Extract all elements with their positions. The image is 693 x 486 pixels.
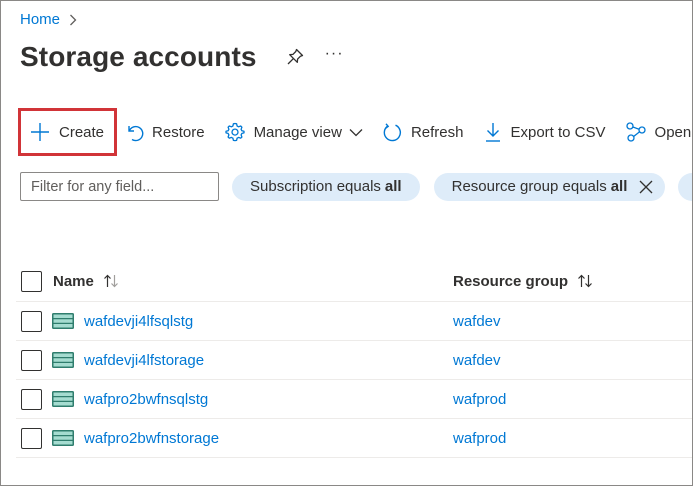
table-row[interactable]: wafpro2bwfnsqlstg wafprod [16,380,692,419]
storage-account-icon [52,352,74,368]
chevron-down-icon [349,128,363,137]
pin-icon[interactable] [285,47,305,67]
manage-view-button[interactable]: Manage view [224,108,363,156]
gear-icon [224,121,246,143]
resource-group-link[interactable]: wafdev [453,352,501,369]
resource-group-filter-label: Resource group equals [451,178,607,195]
open-query-label: Open query [654,123,692,141]
storage-account-link[interactable]: wafdevji4lfsqlstg [84,313,193,330]
resource-group-filter-pill[interactable]: Resource group equals all [433,172,666,201]
select-all-checkbox[interactable] [21,270,42,292]
breadcrumb: Home [20,11,77,28]
refresh-icon [382,122,403,143]
table-header: Name Resource group [16,261,692,302]
resource-group-cell: wafprod [453,391,506,408]
name-cell: wafdevji4lfstorage [16,349,453,371]
name-cell: wafpro2bwfnsqlstg [16,388,453,410]
subscription-filter-pill[interactable]: Subscription equals all [232,172,420,201]
create-button[interactable]: Create [18,108,118,156]
plus-icon [29,121,51,143]
storage-account-icon [52,391,74,407]
resource-group-column-label: Resource group [453,272,569,290]
command-bar: Create Restore Manage view Refresh Expor… [18,108,692,156]
table-row[interactable]: wafdevji4lfstorage wafdev [16,341,692,380]
page-title: Storage accounts [20,41,257,72]
name-column-header[interactable]: Name [16,270,453,292]
export-csv-button[interactable]: Export to CSV [484,108,606,156]
resource-group-filter-value: all [610,178,628,195]
subscription-filter-value: all [384,178,402,195]
more-options-icon[interactable]: ··· [325,45,344,63]
resource-group-link[interactable]: wafprod [453,430,506,447]
name-cell: wafpro2bwfnstorage [16,427,453,449]
table-row[interactable]: wafdevji4lfsqlstg wafdev [16,302,692,341]
subscription-filter-label: Subscription equals [250,178,381,195]
breadcrumb-home-link[interactable]: Home [20,11,60,28]
create-label: Create [59,123,105,141]
manage-view-label: Manage view [253,123,342,141]
name-cell: wafdevji4lfsqlstg [16,310,453,332]
undo-icon [124,122,144,142]
title-row: Storage accounts ··· [20,41,344,73]
storage-accounts-grid: Name Resource group wafdevji4lfsqlstg wa… [16,261,692,458]
resource-group-column-header[interactable]: Resource group [453,273,593,290]
resource-group-link[interactable]: wafdev [453,313,501,330]
filter-input[interactable] [20,172,219,201]
row-checkbox[interactable] [21,310,42,332]
app-frame: Home Storage accounts ··· Create Restore… [0,0,693,486]
name-column-label: Name [53,272,94,290]
query-icon [625,121,647,143]
resource-group-cell: wafprod [453,430,506,447]
download-icon [484,121,502,143]
sort-icon[interactable] [103,274,119,288]
storage-account-link[interactable]: wafdevji4lfstorage [84,352,204,369]
storage-account-link[interactable]: wafpro2bwfnstorage [84,430,219,447]
export-csv-label: Export to CSV [510,123,606,141]
open-query-button[interactable]: Open query [625,108,692,156]
row-checkbox[interactable] [21,349,42,371]
filter-row: Subscription equals all Resource group e… [20,172,692,201]
add-filter-pill[interactable] [678,172,692,201]
refresh-label: Refresh [410,123,464,141]
refresh-button[interactable]: Refresh [382,108,464,156]
restore-label: Restore [152,123,205,141]
row-checkbox[interactable] [21,388,42,410]
storage-account-link[interactable]: wafpro2bwfnsqlstg [84,391,208,408]
close-icon[interactable] [639,180,653,194]
table-row[interactable]: wafpro2bwfnstorage wafprod [16,419,692,458]
storage-account-icon [52,313,74,329]
chevron-right-icon [69,14,77,26]
row-checkbox[interactable] [21,427,42,449]
sort-icon[interactable] [577,274,593,288]
storage-account-icon [52,430,74,446]
resource-group-cell: wafdev [453,313,501,330]
resource-group-cell: wafdev [453,352,501,369]
restore-button[interactable]: Restore [124,108,205,156]
resource-group-link[interactable]: wafprod [453,391,506,408]
